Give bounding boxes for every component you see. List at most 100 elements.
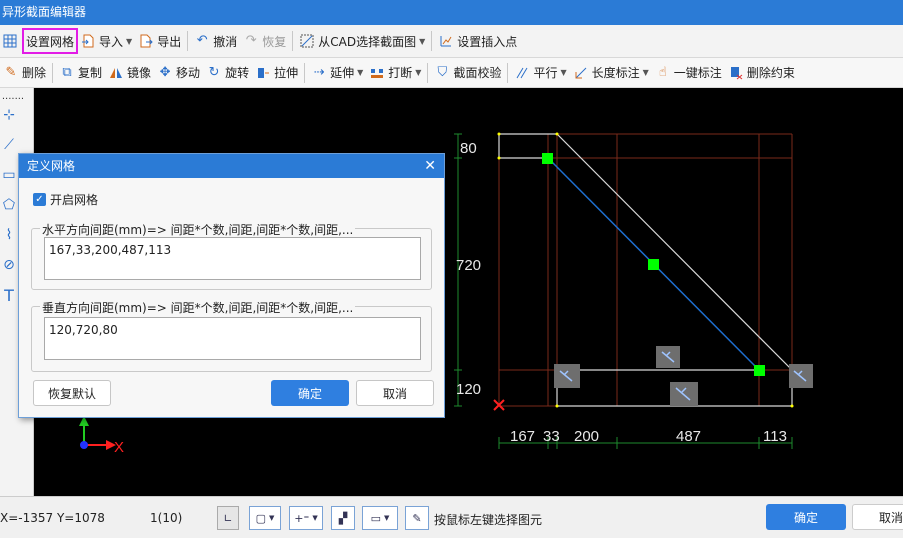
chevron-down-icon: ▼: [269, 514, 275, 522]
redo-button[interactable]: ↷ 恢复: [240, 29, 289, 53]
node-handle[interactable]: [648, 259, 659, 270]
mirror-button[interactable]: 镜像: [105, 61, 154, 85]
dim-label-x: 200: [574, 428, 599, 445]
mirror-icon: [108, 65, 124, 81]
chevron-down-icon: ▼: [126, 36, 133, 46]
parallel-icon: [514, 65, 530, 81]
horizontal-spacing-input[interactable]: 167,33,200,487,113: [44, 237, 421, 280]
define-grid-dialog: 定义网格 ✕ ✓ 开启网格 水平方向间距(mm)=> 间距*个数,间距,间距*个…: [18, 153, 445, 418]
selection-count: 1(10): [150, 511, 183, 525]
move-icon: ✥: [159, 64, 171, 80]
delete-constraint-icon: [728, 65, 744, 81]
axis-x-label: X: [114, 439, 124, 456]
delete-constraint-button[interactable]: 删除约束: [725, 61, 798, 85]
dim-label-x: 113: [763, 428, 787, 445]
pointer-icon: ☝: [658, 64, 667, 80]
break-icon: [369, 65, 385, 81]
point-tool-icon[interactable]: ⊹: [0, 106, 18, 124]
snap-mode-dropdown[interactable]: ▢ ▼: [249, 506, 281, 530]
undo-icon: ↶: [196, 33, 208, 48]
import-button[interactable]: 导入 ▼: [77, 29, 135, 53]
break-button[interactable]: 打断 ▼: [366, 61, 424, 85]
copy-button[interactable]: ⧉ 复制: [56, 61, 105, 85]
set-insert-point-button[interactable]: 设置插入点: [435, 29, 520, 53]
window-title: 异形截面编辑器: [0, 0, 903, 25]
main-toolbar: 设置网格 导入 ▼ 导出 ↶ 撤消 ↷ 恢复 从CAD选择截面图 ▼ 设置插入点: [0, 25, 903, 58]
dimension-lines: [454, 133, 793, 449]
rotate-icon: ↻: [208, 64, 220, 80]
track-icon: +⁼: [294, 511, 310, 525]
toolbar-divider: [427, 62, 429, 83]
one-click-dim-button[interactable]: ☝ 一键标注: [652, 61, 725, 85]
dim-label-top: 80: [460, 140, 477, 157]
dim-label-bottom: 120: [456, 381, 481, 398]
parallel-button[interactable]: 平行 ▼: [511, 61, 569, 85]
grid-lines: [498, 133, 793, 407]
select-icon: ✎: [412, 511, 422, 525]
stretch-button[interactable]: 拉伸: [252, 61, 301, 85]
vertical-spacing-input[interactable]: 120,720,80: [44, 317, 421, 360]
extend-button[interactable]: ⇢ 延伸 ▼: [308, 61, 366, 85]
node-handle[interactable]: [542, 153, 553, 164]
layer-button[interactable]: ▞: [331, 506, 355, 530]
main-ok-button[interactable]: 确定: [766, 504, 846, 530]
node-handle[interactable]: [754, 365, 765, 376]
restore-default-button[interactable]: 恢复默认: [33, 380, 111, 406]
chevron-down-icon: ▼: [312, 514, 318, 522]
polyline-tool-icon[interactable]: ⌇: [0, 226, 18, 244]
grid-icon: [2, 33, 18, 49]
dialog-cancel-button[interactable]: 取消: [356, 380, 434, 406]
eraser-icon: ✎: [5, 64, 17, 80]
display-mode-dropdown[interactable]: ▭ ▼: [362, 506, 398, 530]
copy-icon: ⧉: [62, 64, 72, 80]
undo-button[interactable]: ↶ 撤消: [191, 29, 240, 53]
export-button[interactable]: 导出: [135, 29, 184, 53]
polygon-tool-icon[interactable]: ⬠: [0, 196, 18, 214]
chevron-down-icon: ▼: [560, 68, 567, 77]
section-check-button[interactable]: ⛉ 截面校验: [431, 61, 504, 85]
delete-button[interactable]: ✎ 删除: [0, 61, 49, 85]
display-icon: ▭: [370, 511, 381, 525]
grid-icon-button[interactable]: [0, 29, 23, 53]
move-button[interactable]: ✥ 移动: [154, 61, 203, 85]
dim-label-middle: 720: [456, 257, 481, 274]
vertical-spacing-group: 垂直方向间距(mm)=> 间距*个数,间距,间距*个数,间距,... 120,7…: [31, 299, 432, 372]
horizontal-spacing-group: 水平方向间距(mm)=> 间距*个数,间距,间距*个数,间距,... 167,3…: [31, 221, 432, 290]
rotate-button[interactable]: ↻ 旋转: [203, 61, 252, 85]
close-icon[interactable]: ✕: [424, 154, 436, 178]
ortho-toggle[interactable]: ∟: [217, 506, 239, 530]
dim-label-x: 487: [676, 428, 701, 445]
status-hint: 按鼠标左键选择图元: [434, 513, 543, 527]
extend-icon: ⇢: [313, 64, 325, 80]
track-mode-dropdown[interactable]: +⁼ ▼: [289, 506, 323, 530]
select-from-cad-button[interactable]: 从CAD选择截面图 ▼: [296, 29, 428, 53]
section-outline: [498, 133, 793, 407]
select-mode-button[interactable]: ✎: [405, 506, 429, 530]
set-grid-button[interactable]: 设置网格: [21, 28, 79, 54]
text-tool-icon[interactable]: T: [0, 286, 18, 305]
length-dim-button[interactable]: 长度标注 ▼: [570, 61, 652, 85]
main-cancel-button[interactable]: 取消: [852, 504, 903, 530]
chevron-down-icon: ▼: [415, 68, 422, 77]
stretch-icon: [255, 65, 271, 81]
insert-point-icon: [438, 33, 454, 49]
redo-icon: ↷: [245, 33, 257, 48]
status-bar: X=-1357 Y=1078 1(10) ∟ ▢ ▼ +⁼ ▼ ▞ ▭ ▼ ✎ 按鼠标…: [0, 496, 903, 538]
enable-grid-checkbox[interactable]: ✓ 开启网格: [33, 191, 98, 208]
coordinate-readout: X=-1357 Y=1078: [0, 511, 105, 525]
shield-icon: ⛉: [437, 64, 448, 80]
constraint-markers[interactable]: [554, 346, 813, 406]
chevron-down-icon: ▼: [357, 68, 364, 77]
cad-select-icon: [299, 33, 315, 49]
toolbar-divider: [431, 31, 433, 51]
circle-tool-icon[interactable]: ⊘: [0, 256, 18, 274]
chevron-down-icon: ▼: [642, 68, 649, 77]
import-icon: [80, 33, 96, 49]
line-tool-icon[interactable]: ⟋: [0, 136, 18, 154]
dim-label-x: 167: [510, 428, 535, 445]
dialog-ok-button[interactable]: 确定: [271, 380, 349, 406]
snap-icon: ▢: [255, 511, 266, 525]
rectangle-tool-icon[interactable]: ▭: [0, 166, 18, 184]
vertical-spacing-label: 垂直方向间距(mm)=> 间距*个数,间距,间距*个数,间距,...: [40, 299, 356, 316]
toolbar-divider: [52, 62, 54, 83]
